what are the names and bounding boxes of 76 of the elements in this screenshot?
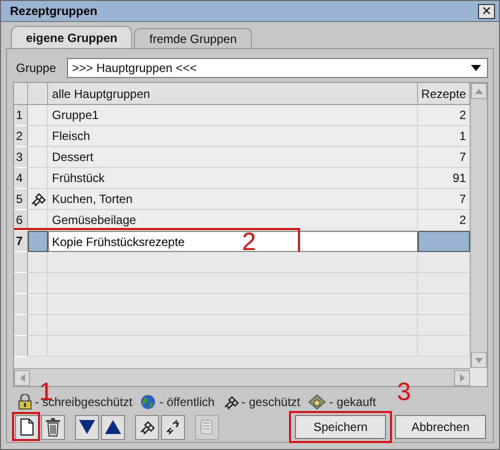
trash-icon — [45, 417, 61, 437]
table-cell: 7 — [418, 189, 470, 210]
legend-label: - öffentlich — [159, 395, 215, 409]
table-cell: 91 — [418, 168, 470, 189]
down-arrow-icon — [475, 358, 483, 362]
table-cell: Kuchen, Torten — [48, 189, 418, 210]
left-arrow-icon — [20, 374, 24, 382]
row-number: 4 — [14, 168, 28, 189]
row-number: 3 — [14, 147, 28, 168]
chain-icon — [139, 419, 155, 435]
window-title: Rezeptgruppen — [10, 4, 98, 18]
dropdown-arrow-icon — [471, 65, 481, 71]
move-down-button[interactable] — [75, 414, 99, 440]
table-cell — [28, 147, 48, 168]
close-button[interactable]: × — [478, 4, 495, 18]
table-cell — [28, 126, 48, 147]
move-up-button[interactable] — [101, 414, 125, 440]
table-cell: Fleisch — [48, 126, 418, 147]
group-label: Gruppe — [15, 61, 56, 75]
table-cell — [28, 210, 48, 231]
table-cell: Gemüsebeilage — [48, 210, 418, 231]
column-header[interactable]: alle Hauptgruppen — [48, 83, 418, 105]
tab[interactable]: fremde Gruppen — [134, 28, 252, 48]
row-number: 1 — [14, 105, 28, 126]
annotation-number: 2 — [242, 230, 256, 255]
table-row[interactable]: 3 Dessert 7 — [14, 147, 470, 168]
row-number: 6 — [14, 210, 28, 231]
table-row[interactable]: 1 Gruppe1 2 — [14, 105, 470, 126]
row-number: 5 — [14, 189, 28, 210]
dialog-button[interactable]: Abbrechen — [395, 415, 486, 439]
table-cell — [28, 168, 48, 189]
table-cell: 2 — [418, 210, 470, 231]
row-number: 7 — [14, 231, 28, 252]
protect-button[interactable] — [135, 414, 159, 440]
scroll-right-button[interactable] — [454, 370, 470, 386]
column-header[interactable]: Rezepte — [418, 83, 470, 105]
highlight-frame — [12, 412, 40, 440]
new-document-icon — [20, 418, 34, 436]
legend-label: - geschützt — [242, 395, 300, 409]
table-cell: Dessert — [48, 147, 418, 168]
table-row[interactable]: 5 Kuchen, Torten 7 — [14, 189, 470, 210]
table-row[interactable]: 2 Fleisch 1 — [14, 126, 470, 147]
vertical-scrollbar[interactable] — [470, 83, 487, 368]
table-cell: Frühstück — [48, 168, 418, 189]
down-arrow-icon — [78, 419, 96, 435]
up-arrow-icon — [475, 88, 483, 94]
lock-icon — [18, 394, 32, 410]
group-dropdown[interactable]: >>> Hauptgruppen <<< — [67, 58, 488, 78]
delete-button[interactable] — [41, 414, 65, 440]
table-cell: Gruppe1 — [48, 105, 418, 126]
table-row[interactable]: 6 Gemüsebeilage 2 — [14, 210, 470, 231]
up-arrow-icon — [104, 419, 122, 435]
table-cell — [418, 231, 470, 252]
legend-label: - gekauft — [329, 395, 376, 409]
table-cell: 1 — [418, 126, 470, 147]
right-arrow-icon — [460, 374, 464, 382]
table-row[interactable]: 4 Frühstück 91 — [14, 168, 470, 189]
selected-cell — [28, 231, 48, 252]
table-cell: 7 — [418, 147, 470, 168]
table-row[interactable]: 7 Kopie Frühstücksrezepte 2 — [14, 231, 470, 252]
globe-icon — [140, 394, 156, 410]
table-cell — [28, 105, 48, 126]
scroll-down-button[interactable] — [471, 352, 487, 368]
new-button[interactable] — [15, 414, 39, 440]
annotation-number: 3 — [397, 380, 411, 405]
row-number: 2 — [14, 126, 28, 147]
tab[interactable]: eigene Gruppen — [11, 26, 132, 48]
broken-chain-icon — [165, 419, 181, 435]
copy-icon — [199, 418, 215, 436]
scroll-up-button[interactable] — [471, 83, 487, 99]
dialog-button[interactable]: Speichern — [295, 415, 386, 439]
tag-icon — [308, 394, 326, 410]
scroll-left-button[interactable] — [14, 370, 30, 386]
chain-icon — [222, 394, 239, 410]
table-cell: 2 — [418, 105, 470, 126]
unprotect-button[interactable] — [161, 414, 185, 440]
